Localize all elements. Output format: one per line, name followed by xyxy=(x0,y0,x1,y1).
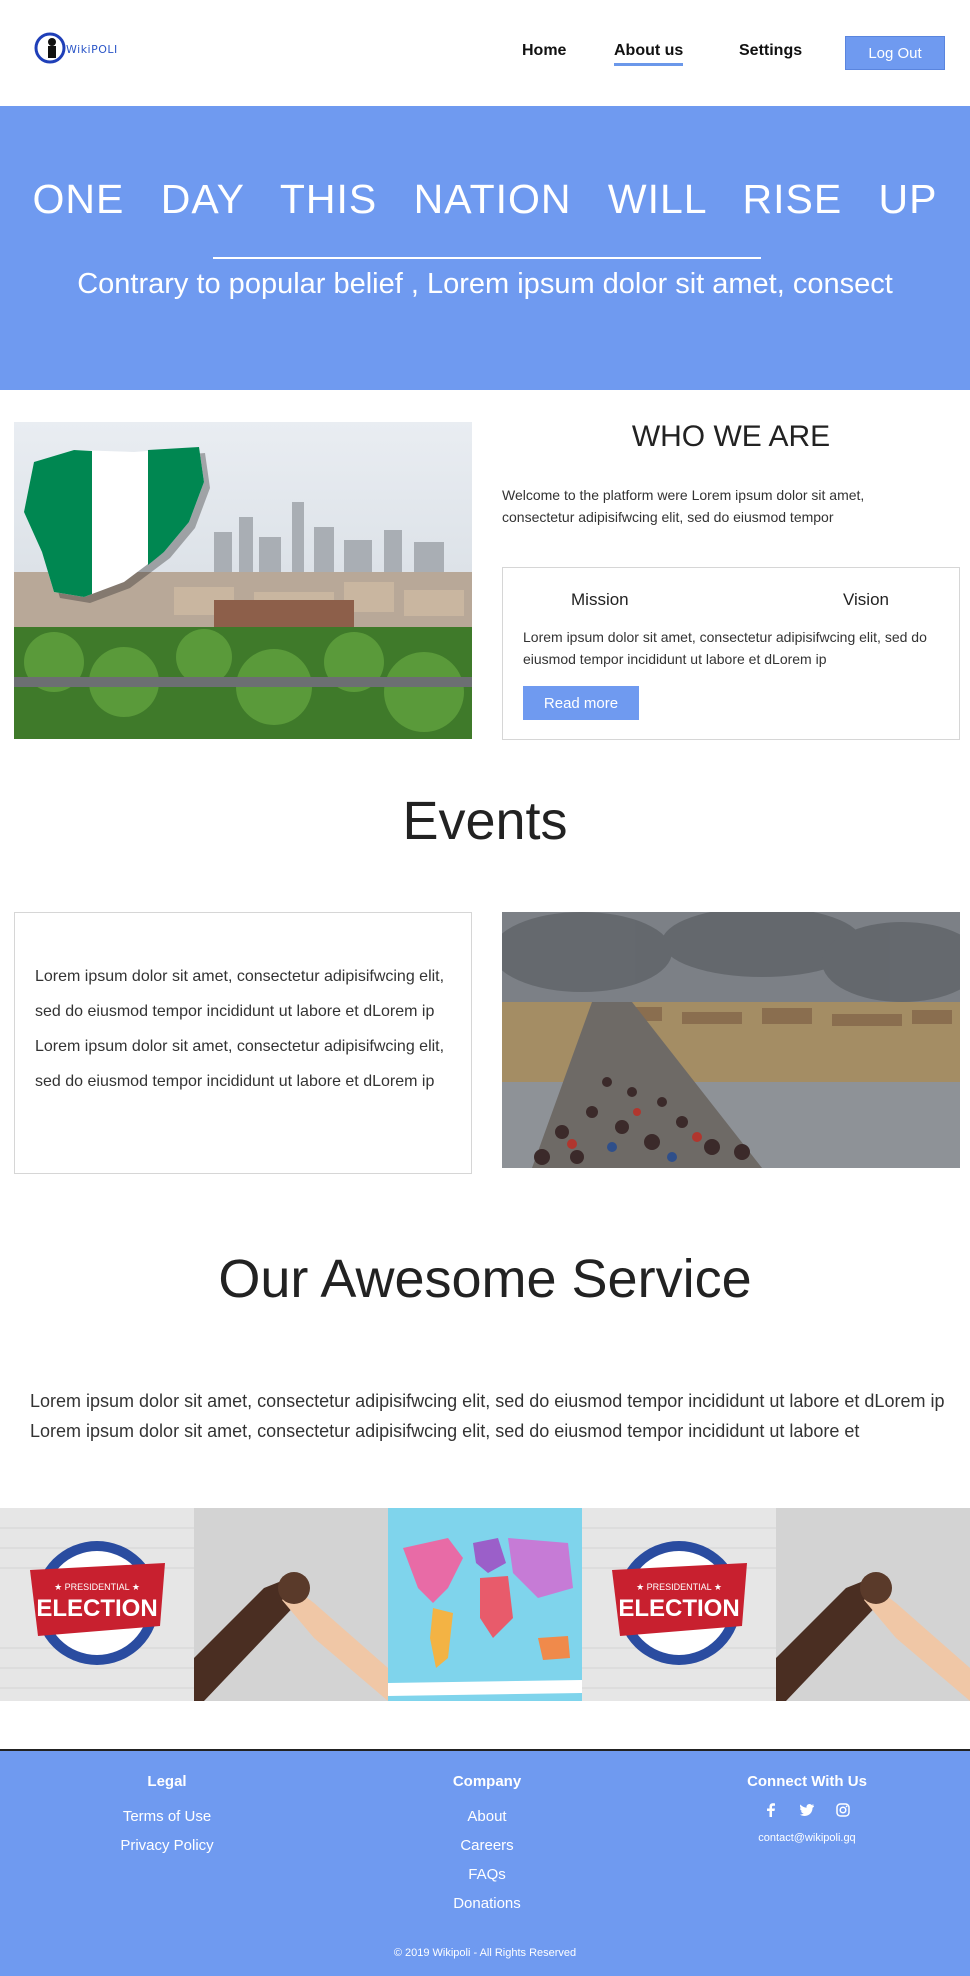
copyright: © 2019 Wikipoli - All Rights Reserved xyxy=(393,1947,577,1959)
who-we-are-text: Welcome to the platform were Lorem ipsum… xyxy=(502,487,865,525)
election-image-2: ★ PRESIDENTIAL ★ ELECTION xyxy=(582,1508,776,1701)
twitter-icon[interactable] xyxy=(799,1802,815,1818)
tab-vision[interactable]: Vision xyxy=(843,590,889,610)
election-banner-top: ★ PRESIDENTIAL ★ xyxy=(636,1582,722,1592)
service-text: Lorem ipsum dolor sit amet, consectetur … xyxy=(30,1391,945,1441)
footer-company: Company About Careers FAQs Donations xyxy=(357,1773,617,1918)
nav-home[interactable]: Home xyxy=(522,42,566,60)
about-link[interactable]: About xyxy=(357,1802,617,1831)
protest-image xyxy=(502,912,960,1168)
footer-connect: Connect With Us contact@wikipoli.gq xyxy=(677,1773,937,1844)
donations-link[interactable]: Donations xyxy=(357,1889,617,1918)
logo[interactable]: WikiPOLI xyxy=(34,30,124,70)
mission-vision-text: Lorem ipsum dolor sit amet, consectetur … xyxy=(523,629,927,667)
election-banner-main: ELECTION xyxy=(618,1595,739,1622)
logo-icon xyxy=(34,32,66,64)
mission-vision-card: Mission Vision Lorem ipsum dolor sit ame… xyxy=(502,567,960,740)
terms-of-use-link[interactable]: Terms of Use xyxy=(37,1802,297,1831)
contact-email[interactable]: contact@wikipoli.gq xyxy=(677,1832,937,1844)
image-gallery: ★ PRESIDENTIAL ★ ELECTION ★ PRESIDENTIAL… xyxy=(0,1508,970,1701)
world-map-image xyxy=(388,1508,582,1701)
hero-divider xyxy=(213,257,761,259)
nav-about-us[interactable]: About us xyxy=(614,42,684,66)
handshake-image-2 xyxy=(776,1508,970,1701)
instagram-icon[interactable] xyxy=(835,1802,851,1818)
footer-legal-title: Legal xyxy=(147,1773,187,1790)
events-text: Lorem ipsum dolor sit amet, consectetur … xyxy=(35,968,445,1090)
hero-subtitle: Contrary to popular belief , Lorem ipsum… xyxy=(77,268,893,300)
election-banner-main: ELECTION xyxy=(36,1595,157,1622)
footer-connect-title: Connect With Us xyxy=(747,1773,867,1790)
nigeria-city-image xyxy=(14,422,472,739)
hero-banner: ONE DAY THIS NATION WILL RISE UP Contrar… xyxy=(0,106,970,390)
election-image: ★ PRESIDENTIAL ★ ELECTION xyxy=(0,1508,194,1701)
facebook-icon[interactable] xyxy=(763,1802,779,1818)
brand-name: WikiPOLI xyxy=(66,43,118,56)
footer-company-title: Company xyxy=(452,1773,522,1790)
who-we-are-title: WHO WE ARE xyxy=(631,420,831,453)
events-title: Events xyxy=(402,791,568,851)
events-card: Lorem ipsum dolor sit amet, consectetur … xyxy=(14,912,472,1174)
social-links xyxy=(677,1802,937,1818)
tab-mission[interactable]: Mission xyxy=(571,590,629,610)
logout-button[interactable]: Log Out xyxy=(845,36,945,70)
hero-title: ONE DAY THIS NATION WILL RISE UP xyxy=(32,176,938,222)
election-banner-top: ★ PRESIDENTIAL ★ xyxy=(54,1582,140,1592)
faqs-link[interactable]: FAQs xyxy=(357,1860,617,1889)
privacy-policy-link[interactable]: Privacy Policy xyxy=(37,1831,297,1860)
read-more-button[interactable]: Read more xyxy=(523,686,639,720)
careers-link[interactable]: Careers xyxy=(357,1831,617,1860)
footer: Legal Terms of Use Privacy Policy Compan… xyxy=(0,1751,970,1976)
footer-legal: Legal Terms of Use Privacy Policy xyxy=(37,1773,297,1860)
navbar: WikiPOLI Home About us Settings Log Out xyxy=(0,0,970,106)
service-title: Our Awesome Service xyxy=(218,1249,752,1309)
handshake-image xyxy=(194,1508,388,1701)
nav-settings[interactable]: Settings xyxy=(739,42,802,60)
